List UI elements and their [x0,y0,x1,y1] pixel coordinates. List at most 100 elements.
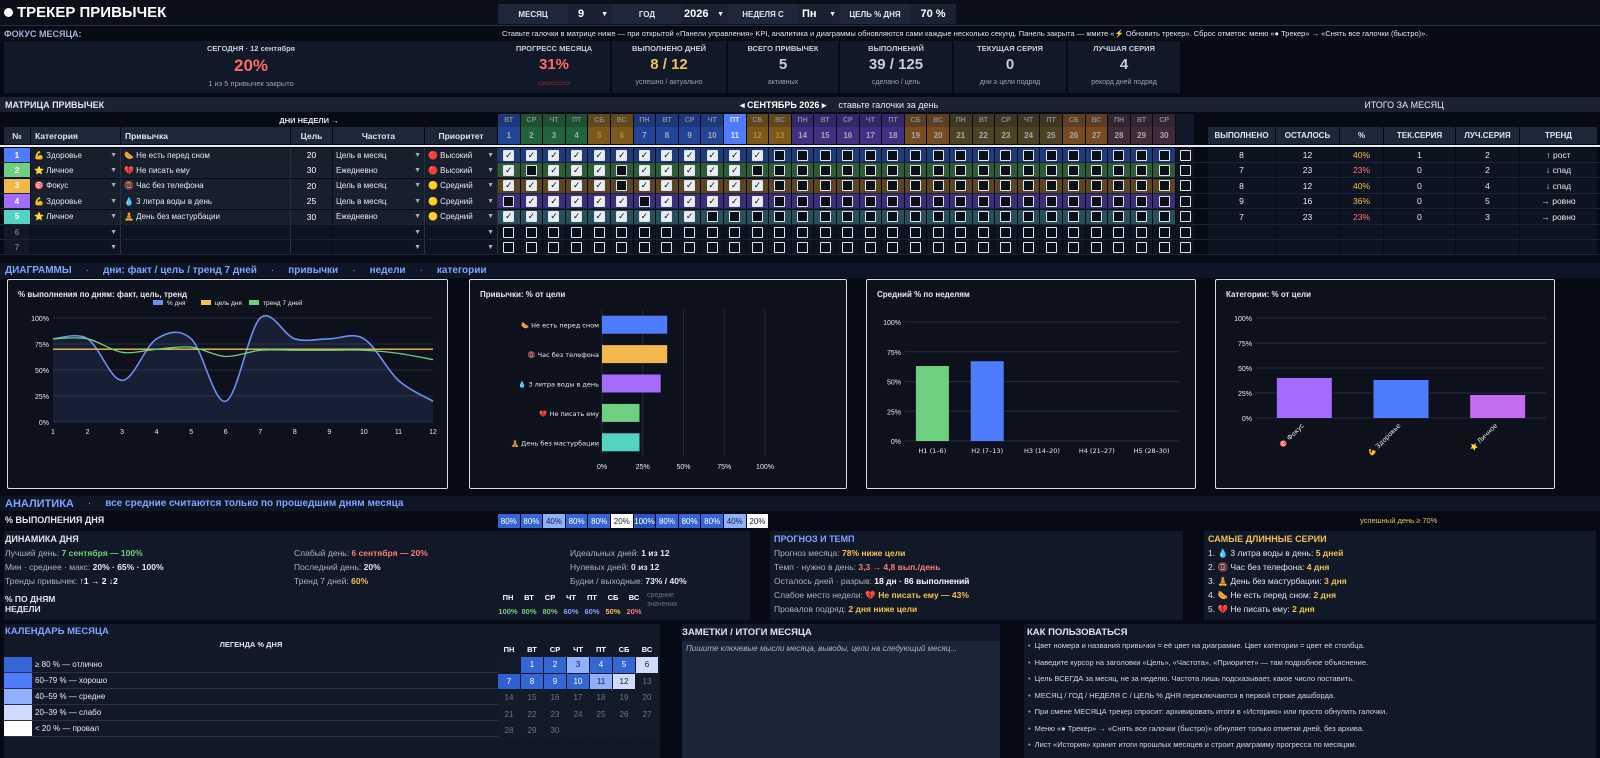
day-checkbox[interactable]: ✓ [548,180,560,192]
week-start-select[interactable]: Пн ▼ [798,4,840,24]
day-checkbox[interactable]: ✓ [503,149,515,161]
day-checkbox[interactable] [842,180,854,192]
day-checkbox[interactable] [638,226,650,238]
day-checkbox[interactable] [1045,164,1057,176]
calendar-day[interactable]: 12 [613,673,635,689]
day-checkbox[interactable] [932,241,944,253]
habit-name[interactable]: 💧 3 литра воды в день [121,194,291,209]
day-checkbox[interactable]: ✓ [616,149,628,161]
year-select[interactable]: 2026 ▼ [682,4,728,24]
day-checkbox[interactable] [797,241,809,253]
day-checkbox[interactable]: ✓ [571,149,583,161]
day-checkbox[interactable]: ✓ [751,180,763,192]
calendar-day[interactable]: 14 [498,690,520,706]
col-header-goal[interactable]: Цель [291,127,332,144]
habit-name[interactable]: 🌭 Не есть перед сном [121,148,291,162]
frequency-select[interactable]: Цель в месяц ▼ [333,194,425,209]
day-checkbox[interactable] [729,241,741,253]
day-checkbox[interactable]: ✓ [684,164,696,176]
diagrams-link-days[interactable]: дни: факт / цель / тренд 7 дней [103,265,257,276]
day-checkbox[interactable] [525,241,537,253]
day-checkbox[interactable]: ✓ [593,195,605,207]
day-checkbox[interactable] [842,149,854,161]
day-checkbox[interactable] [1158,241,1170,253]
day-checkbox[interactable] [774,226,786,238]
day-checkbox[interactable]: ✓ [638,164,650,176]
day-checkbox[interactable] [819,211,831,223]
day-checkbox[interactable]: ✓ [638,149,650,161]
day-checkbox[interactable] [842,211,854,223]
day-checkbox[interactable] [797,226,809,238]
category-select[interactable]: 💪 Здоровье ▼ [31,148,121,162]
goal-input[interactable] [291,240,332,255]
day-checkbox[interactable] [751,241,763,253]
day-checkbox[interactable] [819,149,831,161]
calendar-day[interactable] [613,723,635,739]
habit-name[interactable] [121,240,291,255]
day-checkbox[interactable] [910,164,922,176]
day-checkbox[interactable] [774,211,786,223]
category-select[interactable]: ▼ [31,240,121,255]
day-checkbox[interactable]: ✓ [751,149,763,161]
day-checkbox[interactable] [819,226,831,238]
day-checkbox[interactable] [955,180,967,192]
day-checkbox[interactable] [1023,211,1035,223]
col-header-freq[interactable]: Частота [333,127,424,144]
day-checkbox[interactable] [864,195,876,207]
day-checkbox[interactable] [1136,195,1148,207]
day-checkbox[interactable]: ✓ [571,195,583,207]
day-checkbox[interactable]: ✓ [548,164,560,176]
day-checkbox[interactable] [1023,241,1035,253]
calendar-day[interactable]: 23 [544,706,566,722]
calendar-day[interactable]: 7 [498,673,520,689]
calendar-day[interactable] [567,723,589,739]
day-checkbox[interactable]: ✓ [684,180,696,192]
day-checkbox[interactable]: ✓ [593,149,605,161]
calendar-day[interactable]: 18 [590,690,612,706]
calendar-day[interactable]: 21 [498,706,520,722]
day-checkbox[interactable] [503,226,515,238]
day-checkbox[interactable]: ✓ [638,211,650,223]
day-checkbox[interactable] [571,226,583,238]
day-checkbox[interactable] [1090,226,1102,238]
calendar-day[interactable] [498,657,520,673]
day-checkbox[interactable] [729,226,741,238]
extra-checkbox[interactable] [1179,164,1191,176]
goal-input[interactable]: 20 [291,178,332,193]
day-checkbox[interactable] [977,195,989,207]
day-checkbox[interactable]: ✓ [684,211,696,223]
day-checkbox[interactable] [910,226,922,238]
day-checkbox[interactable] [751,211,763,223]
day-checkbox[interactable] [819,164,831,176]
calendar-day[interactable]: 10 [567,673,589,689]
day-checkbox[interactable] [774,164,786,176]
diagrams-link-habits[interactable]: привычки [288,265,338,276]
day-checkbox[interactable] [910,241,922,253]
day-checkbox[interactable] [661,226,673,238]
day-checkbox[interactable] [864,241,876,253]
day-checkbox[interactable]: ✓ [571,211,583,223]
day-checkbox[interactable] [1023,226,1035,238]
day-checkbox[interactable] [774,180,786,192]
day-checkbox[interactable] [864,180,876,192]
day-checkbox[interactable] [1068,195,1080,207]
day-checkbox[interactable] [819,241,831,253]
priority-select[interactable]: ▼ [425,225,498,239]
calendar-day[interactable]: 15 [521,690,543,706]
day-checkbox[interactable] [977,180,989,192]
frequency-select[interactable]: Цель в месяц ▼ [333,178,425,193]
day-checkbox[interactable]: ✓ [729,195,741,207]
day-checkbox[interactable]: ✓ [503,180,515,192]
day-checkbox[interactable] [503,195,515,207]
calendar-day[interactable]: 16 [544,690,566,706]
day-checkbox[interactable] [887,164,899,176]
day-checkbox[interactable] [548,226,560,238]
day-checkbox[interactable] [616,226,628,238]
day-checkbox[interactable]: ✓ [525,195,537,207]
calendar-day[interactable]: 6 [636,657,658,673]
col-header-category[interactable]: Категория [31,127,120,144]
day-checkbox[interactable] [955,241,967,253]
day-checkbox[interactable] [910,211,922,223]
day-checkbox[interactable] [1090,195,1102,207]
day-checkbox[interactable] [616,180,628,192]
